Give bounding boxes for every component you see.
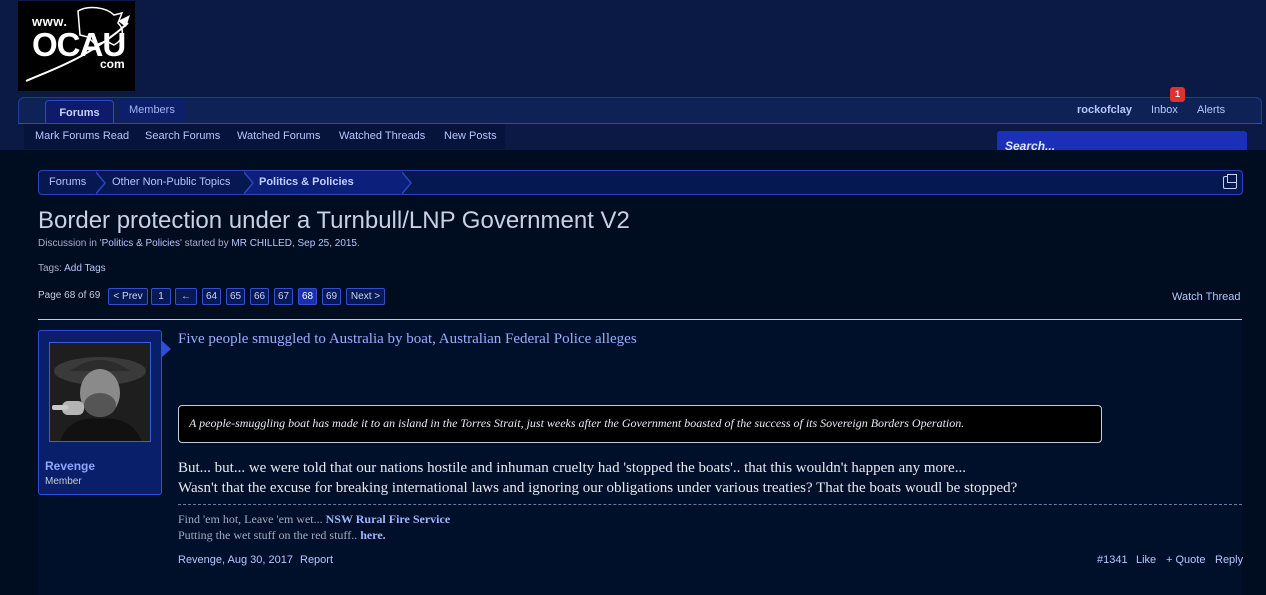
breadcrumb-separator-inner xyxy=(242,171,252,195)
meta-end: . xyxy=(357,238,360,249)
page-64-button[interactable]: 64 xyxy=(202,288,221,305)
page-67-button[interactable]: 67 xyxy=(274,288,293,305)
alerts-link[interactable]: Alerts xyxy=(1197,104,1225,116)
signature-here-link[interactable]: here. xyxy=(360,528,385,542)
page-title: Border protection under a Turnbull/LNP G… xyxy=(38,207,630,234)
watched-forums-link[interactable]: Watched Forums xyxy=(237,130,320,142)
meta-date-link[interactable]: Sep 25, 2015 xyxy=(298,238,358,249)
thread-meta: Discussion in 'Politics & Policies' star… xyxy=(38,238,360,249)
post-author-date-link[interactable]: Revenge, Aug 30, 2017 xyxy=(178,554,293,566)
main-navbar: Forums Members xyxy=(18,97,1262,126)
page-skip-button[interactable]: ← xyxy=(175,288,197,305)
breadcrumb-forums[interactable]: Forums xyxy=(49,176,86,188)
site-logo[interactable]: www. OCAU com xyxy=(18,1,135,91)
signature-line: Find 'em hot, Leave 'em wet... NSW Rural… xyxy=(178,511,450,527)
user-menu-link[interactable]: rockofclay xyxy=(1077,104,1132,116)
logo-com: com xyxy=(100,57,125,71)
breadcrumb-separator-inner xyxy=(400,171,410,195)
breadcrumb-separator-inner xyxy=(94,171,104,195)
signature-divider xyxy=(178,504,1242,505)
mark-forums-read-link[interactable]: Mark Forums Read xyxy=(35,130,129,142)
search-forums-link[interactable]: Search Forums xyxy=(145,130,220,142)
rural-fire-service-link[interactable]: NSW Rural Fire Service xyxy=(326,512,451,526)
breadcrumb-other-non-public[interactable]: Other Non-Public Topics xyxy=(112,176,230,188)
signature-line: Putting the wet stuff on the red stuff..… xyxy=(178,527,450,543)
add-tags-link[interactable]: Add Tags xyxy=(64,263,106,274)
new-posts-link[interactable]: New Posts xyxy=(444,130,497,142)
post-body-line: Wasn't that the excuse for breaking inte… xyxy=(178,480,1018,496)
post-user-title: Member xyxy=(45,476,82,487)
post-article-link[interactable]: Five people smuggled to Australia by boa… xyxy=(178,331,637,348)
signature-text: Find 'em hot, Leave 'em wet... xyxy=(178,512,326,526)
post-signature: Find 'em hot, Leave 'em wet... NSW Rural… xyxy=(178,511,450,543)
watched-threads-link[interactable]: Watched Threads xyxy=(339,130,425,142)
next-page-button[interactable]: Next > xyxy=(346,288,385,305)
thread-tags: Tags: Add Tags xyxy=(38,263,106,274)
page-69-button[interactable]: 69 xyxy=(322,288,341,305)
prev-page-button[interactable]: < Prev xyxy=(108,288,148,305)
post-username[interactable]: Revenge xyxy=(45,459,95,473)
meta-author-link[interactable]: MR CHILLED xyxy=(231,238,292,249)
post-body: But... but... we were told that our nati… xyxy=(178,458,1017,498)
post-number-link[interactable]: #1341 xyxy=(1097,554,1128,566)
avatar-image xyxy=(50,343,150,441)
quote-link[interactable]: + Quote xyxy=(1166,554,1205,566)
reply-link[interactable]: Reply xyxy=(1215,554,1243,566)
page-info: Page 68 of 69 xyxy=(38,290,101,301)
post-quote: A people-smuggling boat has made it to a… xyxy=(178,405,1102,443)
inbox-link[interactable]: Inbox xyxy=(1151,104,1178,116)
page-1-button[interactable]: 1 xyxy=(151,288,171,305)
breadcrumb: Forums Other Non-Public Topics Politics … xyxy=(38,170,1243,195)
user-card-arrow xyxy=(161,340,171,358)
jump-to-icon[interactable] xyxy=(1223,174,1237,189)
report-link[interactable]: Report xyxy=(300,554,333,566)
post-body-line: But... but... we were told that our nati… xyxy=(178,460,966,476)
page-68-button-current[interactable]: 68 xyxy=(298,288,317,305)
signature-text: Putting the wet stuff on the red stuff.. xyxy=(178,528,361,542)
meta-prefix: Discussion in ' xyxy=(38,238,102,249)
tags-label: Tags: xyxy=(38,263,65,274)
tab-members[interactable]: Members xyxy=(119,100,185,122)
page-65-button[interactable]: 65 xyxy=(226,288,245,305)
breadcrumb-politics-policies[interactable]: Politics & Policies xyxy=(259,176,354,188)
meta-forum-link[interactable]: Politics & Policies xyxy=(102,238,180,249)
page-66-button[interactable]: 66 xyxy=(250,288,269,305)
inbox-count-badge: 1 xyxy=(1170,87,1185,102)
meta-mid: ' started by xyxy=(179,238,232,249)
avatar[interactable] xyxy=(49,342,151,442)
like-link[interactable]: Like xyxy=(1136,554,1156,566)
watch-thread-link[interactable]: Watch Thread xyxy=(1172,291,1240,303)
